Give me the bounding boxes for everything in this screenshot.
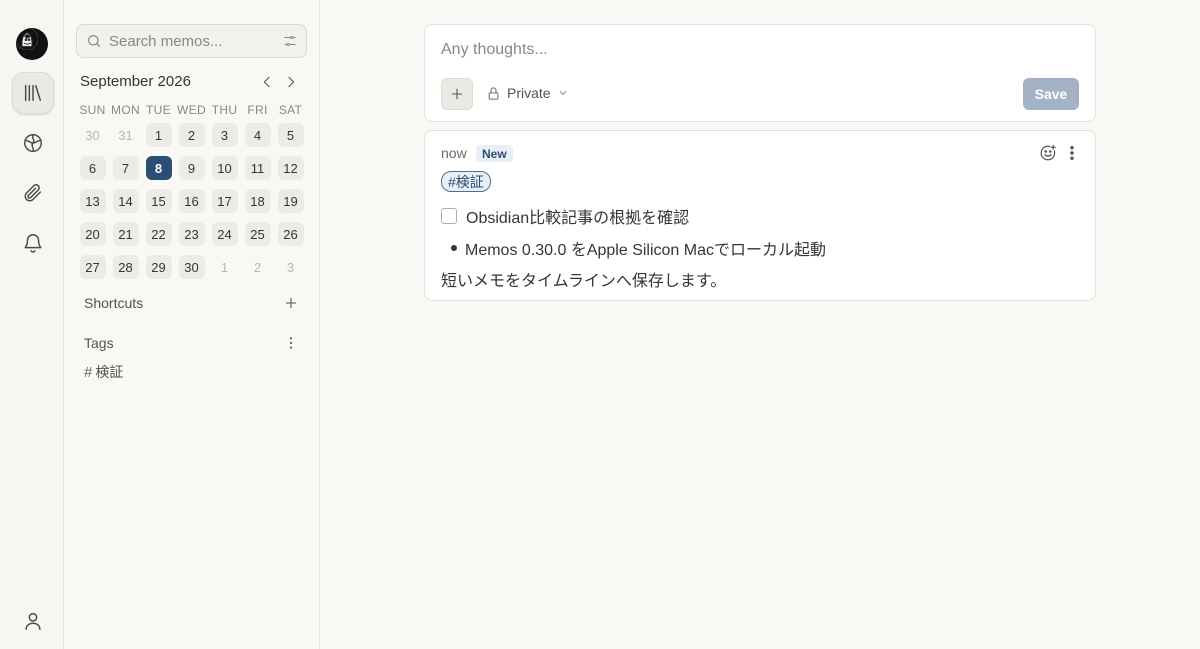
- chevron-left-icon[interactable]: [259, 74, 275, 90]
- lock-icon: [488, 86, 499, 100]
- calendar-day[interactable]: 15: [145, 189, 172, 213]
- weekday-label: THU: [211, 103, 238, 117]
- calendar-day[interactable]: 23: [178, 222, 205, 246]
- list-item: Memos 0.30.0 をApple Silicon Macでローカル起動: [451, 236, 826, 260]
- calendar-day[interactable]: 12: [277, 156, 304, 180]
- visibility-label: Private: [507, 85, 551, 101]
- shortcuts-label: Shortcuts: [84, 295, 144, 311]
- calendar-day[interactable]: 3: [278, 255, 304, 279]
- chevron-down-icon: [559, 91, 566, 95]
- new-badge: New: [476, 145, 513, 162]
- calendar-day[interactable]: 21: [112, 222, 139, 246]
- calendar-week-row: 20 21 22 23 24 25 26: [76, 222, 307, 246]
- weekday-label: SAT: [278, 103, 303, 117]
- search-input[interactable]: [109, 25, 279, 57]
- calendar-day[interactable]: 20: [79, 222, 106, 246]
- tags-menu-icon[interactable]: [283, 335, 299, 351]
- calendar-day[interactable]: 1: [145, 123, 172, 147]
- calendar-day[interactable]: 30: [80, 123, 106, 147]
- attachment-icon[interactable]: [12, 172, 54, 214]
- visibility-select[interactable]: Private: [486, 85, 569, 101]
- task-checkbox[interactable]: [441, 208, 457, 224]
- add-button[interactable]: [441, 78, 473, 110]
- calendar-day[interactable]: 28: [112, 255, 139, 279]
- search-icon: [86, 33, 102, 49]
- memo-time: now: [441, 145, 467, 161]
- weekday-label: MON: [111, 103, 140, 117]
- search-box[interactable]: [76, 24, 307, 58]
- reaction-icon[interactable]: [1039, 144, 1057, 162]
- icon-rail: [0, 0, 64, 649]
- calendar-day[interactable]: 19: [277, 189, 304, 213]
- calendar-day[interactable]: 3: [211, 123, 238, 147]
- bullet-dot: [451, 245, 457, 251]
- calendar-day[interactable]: 2: [245, 255, 271, 279]
- calendar-title: September 2026: [80, 73, 191, 90]
- weekday-label: TUE: [146, 103, 171, 117]
- add-shortcut-icon[interactable]: [283, 295, 299, 311]
- weekday-label: SUN: [79, 103, 106, 117]
- calendar-day[interactable]: 24: [211, 222, 238, 246]
- calendar-day[interactable]: 5: [277, 123, 304, 147]
- calendar-week-row: 13 14 15 16 17 18 19: [76, 189, 307, 213]
- task-text: Obsidian比較記事の根拠を確認: [466, 210, 690, 227]
- editor-input[interactable]: Any thoughts...: [441, 41, 548, 59]
- sidebar-tag-item[interactable]: # 検証: [84, 362, 123, 382]
- calendar-week-row: 6 7 8 9 10 11 12: [76, 156, 307, 180]
- calendar-day[interactable]: 4: [244, 123, 271, 147]
- calendar-day[interactable]: 9: [178, 156, 205, 180]
- memo-editor: Any thoughts... Private Save: [424, 24, 1096, 122]
- calendar-day[interactable]: 10: [211, 156, 238, 180]
- more-menu-icon[interactable]: [1063, 144, 1081, 162]
- calendar-day[interactable]: 29: [145, 255, 172, 279]
- calendar-day[interactable]: 6: [79, 156, 106, 180]
- hash-icon: #: [84, 363, 93, 381]
- tags-label: Tags: [84, 335, 114, 351]
- memo-tag[interactable]: #検証: [441, 171, 491, 192]
- calendar-day[interactable]: 30: [178, 255, 205, 279]
- calendar-day[interactable]: 14: [112, 189, 139, 213]
- app-logo[interactable]: [16, 28, 48, 60]
- filter-icon[interactable]: [283, 34, 297, 48]
- calendar-day[interactable]: 31: [113, 123, 139, 147]
- memo-card: now New #検証 Obsidian比較記事の根拠を確認 Memos 0.3…: [424, 130, 1096, 301]
- calendar-day[interactable]: 26: [277, 222, 304, 246]
- calendar-day[interactable]: 11: [244, 156, 271, 180]
- calendar-day[interactable]: 2: [178, 123, 205, 147]
- calendar-day[interactable]: 18: [244, 189, 271, 213]
- calendar-day[interactable]: 16: [178, 189, 205, 213]
- save-button[interactable]: Save: [1023, 78, 1079, 110]
- explore-icon[interactable]: [12, 122, 54, 164]
- sidebar-tag-label: 検証: [95, 364, 124, 380]
- calendar-day[interactable]: 27: [79, 255, 106, 279]
- weekday-label: WED: [177, 103, 206, 117]
- memo-paragraph: 短いメモをタイムラインへ保存します。: [441, 273, 727, 290]
- calendar-day[interactable]: 13: [79, 189, 106, 213]
- task-item: Obsidian比較記事の根拠を確認: [441, 204, 689, 228]
- calendar-day[interactable]: 25: [244, 222, 271, 246]
- calendar-week-row: 30 31 1 2 3 4 5: [76, 123, 307, 147]
- calendar-day[interactable]: 1: [212, 255, 238, 279]
- library-icon[interactable]: [12, 72, 54, 114]
- calendar-day[interactable]: 17: [211, 189, 238, 213]
- sidebar: September 2026 SUN MON TUE WED THU FRI S…: [64, 0, 320, 649]
- calendar-week-row: 27 28 29 30 1 2 3: [76, 255, 307, 279]
- bell-icon[interactable]: [12, 222, 54, 264]
- calendar-day[interactable]: 22: [145, 222, 172, 246]
- calendar-weekdays: SUN MON TUE WED THU FRI SAT: [76, 103, 307, 117]
- calendar-day-today[interactable]: 8: [145, 156, 172, 180]
- calendar-day[interactable]: 7: [112, 156, 139, 180]
- chevron-right-icon[interactable]: [283, 74, 299, 90]
- weekday-label: FRI: [247, 103, 268, 117]
- user-icon[interactable]: [12, 600, 54, 642]
- list-item-text: Memos 0.30.0 をApple Silicon Macでローカル起動: [465, 242, 827, 259]
